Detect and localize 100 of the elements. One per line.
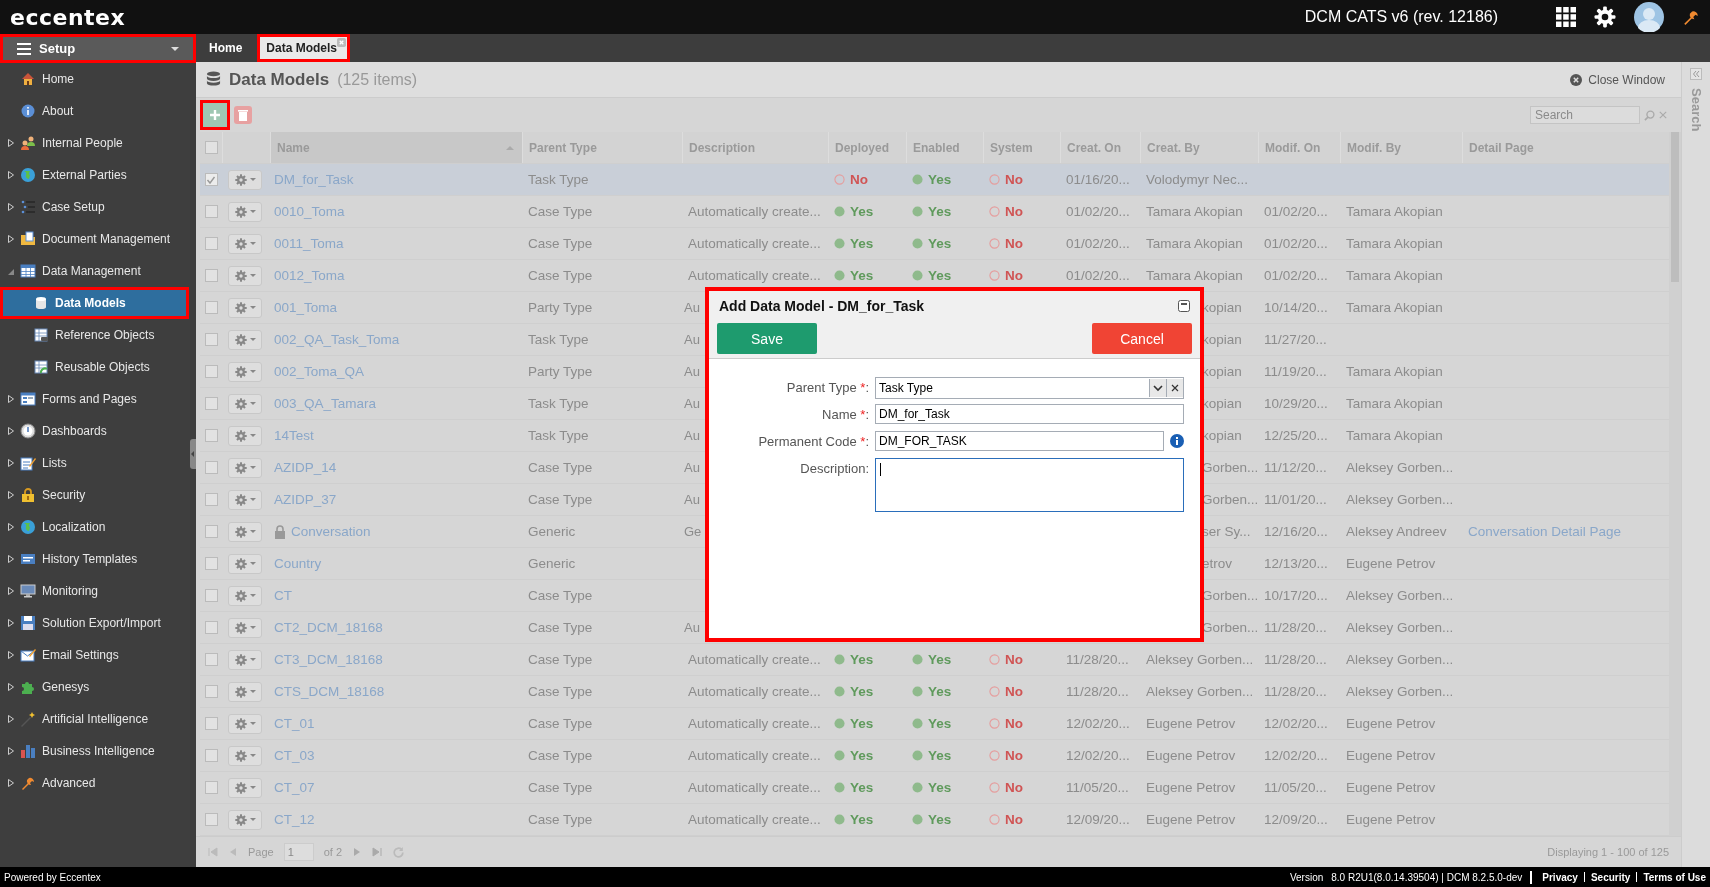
description-field[interactable]	[875, 458, 1184, 512]
sidebar-item[interactable]: Artificial Intelligence	[0, 703, 189, 735]
name-link[interactable]: AZIDP_37	[274, 492, 337, 507]
avatar[interactable]	[1634, 2, 1664, 32]
row-actions-button[interactable]	[228, 425, 262, 446]
row-actions-button[interactable]	[228, 745, 262, 766]
sidebar-item[interactable]: Genesys	[0, 671, 189, 703]
save-button[interactable]: Save	[717, 323, 817, 354]
setup-menu-button[interactable]: Setup	[0, 34, 196, 63]
sidebar-item[interactable]: Case Setup	[0, 191, 189, 223]
sidebar-item[interactable]: External Parties	[0, 159, 189, 191]
sidebar-item[interactable]: Solution Export/Import	[0, 607, 189, 639]
name-link[interactable]: Country	[274, 556, 322, 571]
footer-link[interactable]: Security	[1590, 871, 1631, 883]
row-checkbox[interactable]	[204, 237, 218, 250]
footer-link[interactable]: Terms of Use	[1643, 871, 1706, 883]
expand-arrow-icon[interactable]	[8, 683, 14, 691]
close-icon[interactable]	[337, 38, 347, 47]
column-header[interactable]: Parent Type	[522, 132, 682, 163]
row-checkbox[interactable]	[204, 717, 218, 730]
column-header[interactable]: Enabled	[906, 132, 983, 163]
name-link[interactable]: 14Test	[274, 428, 314, 443]
tab[interactable]: Home	[200, 34, 256, 62]
row-checkbox[interactable]	[204, 557, 218, 570]
name-link[interactable]: 002_Toma_QA	[274, 364, 365, 379]
name-link[interactable]: 0012_Toma	[274, 268, 345, 283]
column-header[interactable]: Deployed	[828, 132, 906, 163]
row-checkbox[interactable]	[204, 173, 218, 186]
row-actions-button[interactable]	[228, 649, 262, 670]
row-checkbox[interactable]	[204, 269, 218, 282]
row-actions-button[interactable]	[228, 777, 262, 798]
table-row[interactable]: 0011_Toma Case Type Automatically create... Yes Yes No 01/02/20... Tamara Akopian 01/02/20... Tamara Akopian	[200, 228, 1669, 260]
name-link[interactable]: CT_12	[274, 812, 315, 827]
first-page-icon[interactable]	[208, 847, 218, 857]
clear-icon[interactable]	[1166, 379, 1183, 397]
row-checkbox[interactable]	[204, 333, 218, 346]
name-link[interactable]: CT3_DCM_18168	[274, 652, 383, 667]
sidebar-item[interactable]: Reference Objects	[0, 319, 189, 351]
table-row[interactable]: CT_01 Case Type Automatically create... Yes Yes No 12/02/20... Eugene Petrov 12/02/20... Eugene Petrov	[200, 708, 1669, 740]
sidebar-item[interactable]: Data Management	[0, 255, 189, 287]
row-checkbox[interactable]	[204, 525, 218, 538]
sidebar-item[interactable]: Internal People	[0, 127, 189, 159]
row-checkbox[interactable]	[204, 429, 218, 442]
sidebar-item[interactable]: Advanced	[0, 767, 189, 799]
expand-arrow-icon[interactable]	[8, 555, 14, 563]
maximize-icon[interactable]	[1178, 300, 1190, 312]
add-button[interactable]	[200, 100, 230, 130]
expand-arrow-icon[interactable]	[8, 651, 14, 659]
scrollbar-thumb[interactable]	[1671, 132, 1679, 282]
row-actions-button[interactable]	[228, 617, 262, 638]
expand-arrow-icon[interactable]	[8, 171, 14, 179]
detail-page-link[interactable]: Conversation Detail Page	[1468, 524, 1622, 539]
row-actions-button[interactable]	[228, 809, 262, 830]
name-link[interactable]: CT2_DCM_18168	[274, 620, 383, 635]
permanent-code-field[interactable]: DM_FOR_TASK	[875, 431, 1164, 451]
name-link[interactable]: CT	[274, 588, 292, 603]
footer-link[interactable]: Privacy	[1542, 871, 1578, 883]
settings-icon[interactable]	[1594, 6, 1616, 28]
name-link[interactable]: CTS_DCM_18168	[274, 684, 385, 699]
row-actions-button[interactable]	[228, 393, 262, 414]
expand-arrow-icon[interactable]	[8, 395, 14, 403]
row-checkbox[interactable]	[204, 749, 218, 762]
name-link[interactable]: 0010_Toma	[274, 204, 345, 219]
search-panel-label[interactable]: Search	[1688, 88, 1704, 132]
expand-arrow-icon[interactable]	[8, 619, 14, 627]
row-checkbox[interactable]	[204, 589, 218, 602]
name-link[interactable]: 003_QA_Tamara	[274, 396, 377, 411]
sidebar-item[interactable]: History Templates	[0, 543, 189, 575]
sidebar-item[interactable]: Data Models	[0, 287, 189, 319]
column-header[interactable]: System	[983, 132, 1060, 163]
row-checkbox[interactable]	[204, 397, 218, 410]
name-link[interactable]: CT_01	[274, 716, 315, 731]
sidebar-item[interactable]: Home	[0, 63, 189, 95]
sidebar-item[interactable]: Document Management	[0, 223, 189, 255]
expand-arrow-icon[interactable]	[8, 139, 14, 147]
row-actions-button[interactable]	[228, 265, 262, 286]
row-checkbox[interactable]	[204, 205, 218, 218]
name-link[interactable]: AZIDP_14	[274, 460, 337, 475]
search-icon[interactable]	[1644, 109, 1655, 121]
apps-grid-icon[interactable]	[1556, 7, 1576, 27]
dropdown-arrow-icon[interactable]	[1149, 379, 1166, 397]
expand-arrow-icon[interactable]	[8, 523, 14, 531]
row-checkbox[interactable]	[204, 493, 218, 506]
expand-panel-icon[interactable]	[1690, 68, 1702, 80]
tab[interactable]: Data Models	[257, 34, 351, 62]
sidebar-item[interactable]: Reusable Objects	[0, 351, 189, 383]
info-icon[interactable]	[1170, 434, 1184, 448]
search-field[interactable]: Search	[1530, 106, 1640, 124]
expand-arrow-icon[interactable]	[8, 587, 14, 595]
table-row[interactable]: CT_03 Case Type Automatically create... Yes Yes No 12/02/20... Eugene Petrov 12/02/20... Eugene Petrov	[200, 740, 1669, 772]
row-checkbox[interactable]	[204, 461, 218, 474]
delete-button[interactable]	[234, 106, 252, 124]
name-link[interactable]: 0011_Toma	[274, 236, 344, 251]
expand-arrow-icon[interactable]	[8, 235, 14, 243]
row-actions-button[interactable]	[228, 201, 262, 222]
table-row[interactable]: DM_for_Task Task Type No Yes No 01/16/20... Volodymyr Nec...	[200, 164, 1669, 196]
sidebar-item[interactable]: Email Settings	[0, 639, 189, 671]
sidebar-item[interactable]: Forms and Pages	[0, 383, 189, 415]
name-link[interactable]: DM_for_Task	[274, 172, 354, 187]
sidebar-item[interactable]: Business Intelligence	[0, 735, 189, 767]
